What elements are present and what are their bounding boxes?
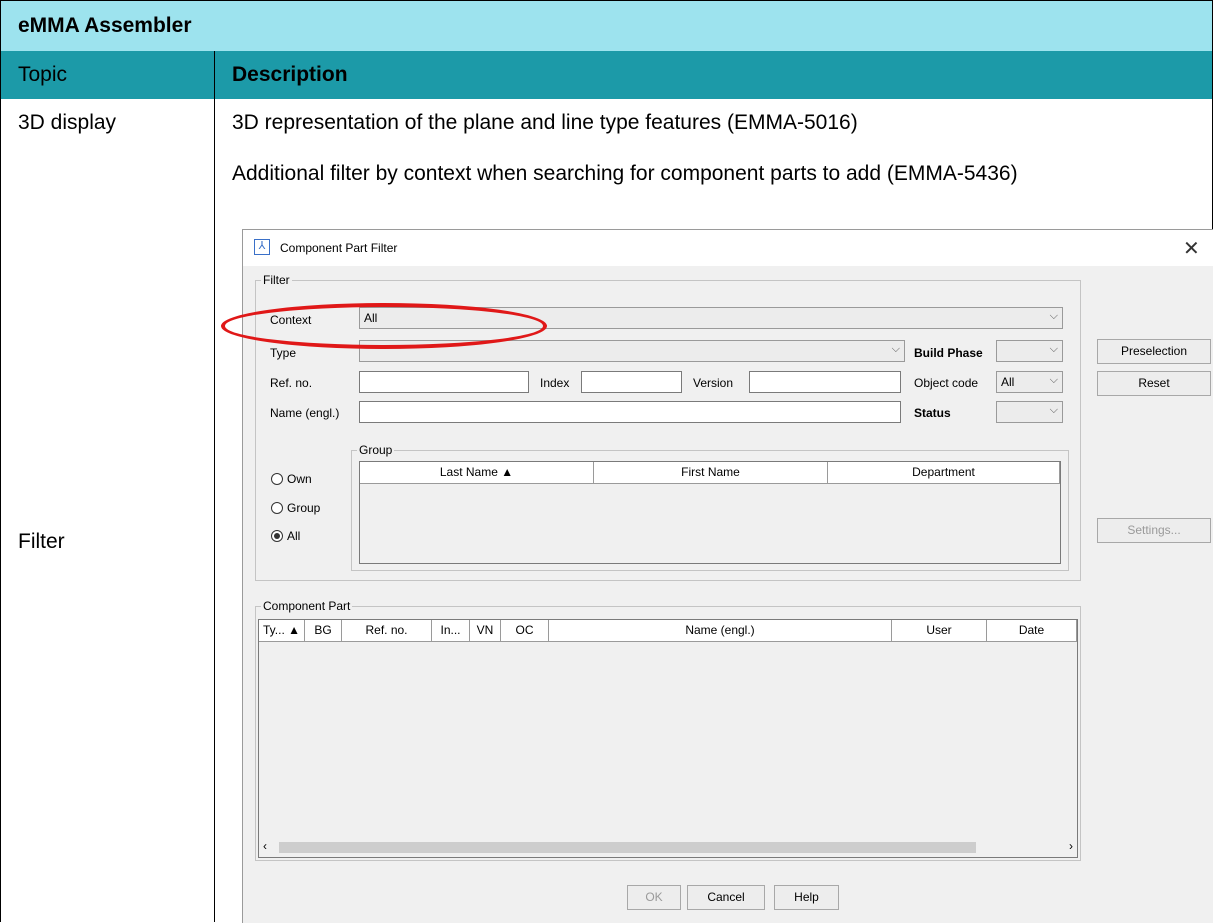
column-header[interactable]: OC — [501, 620, 549, 642]
radio-all-label: All — [287, 529, 301, 543]
row-description: 3D representation of the plane and line … — [232, 111, 858, 134]
name-input[interactable] — [359, 401, 901, 423]
ref-no-label: Ref. no. — [270, 376, 313, 390]
radio-icon — [271, 502, 283, 514]
row-description: Additional filter by context when search… — [232, 162, 1018, 185]
scroll-right-icon[interactable]: › — [1069, 839, 1073, 853]
ok-button[interactable]: OK — [627, 885, 681, 910]
version-input[interactable] — [749, 371, 901, 393]
column-header[interactable]: First Name — [594, 462, 828, 484]
chevron-down-icon: ⌵ — [891, 343, 900, 355]
radio-icon — [271, 473, 283, 485]
filter-legend: Filter — [261, 273, 292, 287]
column-header[interactable]: User — [892, 620, 987, 642]
scrollbar-thumb[interactable] — [279, 842, 976, 853]
chevron-down-icon: ⌵ — [1049, 374, 1058, 386]
settings-button[interactable]: Settings... — [1097, 518, 1211, 543]
column-header[interactable]: Ref. no. — [342, 620, 432, 642]
object-code-select[interactable]: All ⌵ — [996, 371, 1063, 393]
type-label: Type — [270, 346, 297, 360]
status-label: Status — [914, 406, 951, 420]
version-label: Version — [693, 376, 734, 390]
chevron-down-icon: ⌵ — [1049, 310, 1058, 322]
radio-group-label: Group — [287, 501, 321, 515]
column-header[interactable]: Department — [828, 462, 1060, 484]
chevron-down-icon: ⌵ — [1049, 343, 1058, 355]
ref-no-input[interactable] — [359, 371, 529, 393]
header-topic: Topic — [18, 63, 68, 86]
column-header[interactable]: Ty... ▲ — [259, 620, 305, 642]
column-header[interactable]: Name (engl.) — [549, 620, 892, 642]
highlight-ellipse — [221, 303, 547, 349]
group-table: Last Name ▲ First Name Department — [359, 461, 1061, 564]
table-row: 3D display 3D representation of the plan… — [0, 99, 1213, 148]
chevron-down-icon: ⌵ — [1049, 404, 1058, 416]
horizontal-scrollbar[interactable]: ‹ › — [259, 839, 1077, 856]
build-phase-select[interactable]: ⌵ — [996, 340, 1063, 362]
radio-selected-icon — [271, 530, 283, 542]
app-icon: ⅄ — [254, 239, 270, 255]
component-part-table: Ty... ▲ BG Ref. no. In... VN OC Name (en… — [258, 619, 1078, 858]
cancel-button[interactable]: Cancel — [687, 885, 765, 910]
radio-group[interactable]: Group — [271, 501, 320, 515]
column-header[interactable]: Last Name ▲ — [360, 462, 594, 484]
reset-button[interactable]: Reset — [1097, 371, 1211, 396]
close-icon[interactable]: ✕ — [1183, 236, 1200, 261]
table-title: eMMA Assembler — [18, 14, 192, 37]
column-header[interactable]: VN — [470, 620, 501, 642]
status-select[interactable]: ⌵ — [996, 401, 1063, 423]
header-description: Description — [232, 63, 348, 86]
component-part-legend: Component Part — [261, 599, 353, 613]
row-topic: Filter — [18, 530, 65, 553]
column-header[interactable]: BG — [305, 620, 342, 642]
index-label: Index — [540, 376, 570, 390]
table-header-row: Topic Description — [0, 51, 1213, 100]
radio-own-label: Own — [287, 472, 312, 486]
index-input[interactable] — [581, 371, 682, 393]
scroll-left-icon[interactable]: ‹ — [263, 839, 267, 853]
dialog-title: Component Part Filter — [280, 241, 398, 255]
column-header[interactable]: In... — [432, 620, 470, 642]
column-header[interactable]: Date — [987, 620, 1077, 642]
radio-own[interactable]: Own — [271, 472, 312, 486]
dialog-titlebar: ⅄ Component Part Filter ✕ — [243, 230, 1213, 266]
table-title-row: eMMA Assembler — [0, 0, 1213, 53]
object-code-label: Object code — [914, 376, 979, 390]
radio-all[interactable]: All — [271, 529, 300, 543]
group-legend: Group — [357, 443, 395, 457]
row-topic: 3D display — [18, 111, 117, 134]
help-button[interactable]: Help — [774, 885, 839, 910]
name-label: Name (engl.) — [270, 406, 340, 420]
build-phase-label: Build Phase — [914, 346, 983, 360]
object-code-value: All — [1001, 375, 1015, 389]
preselection-button[interactable]: Preselection — [1097, 339, 1211, 364]
